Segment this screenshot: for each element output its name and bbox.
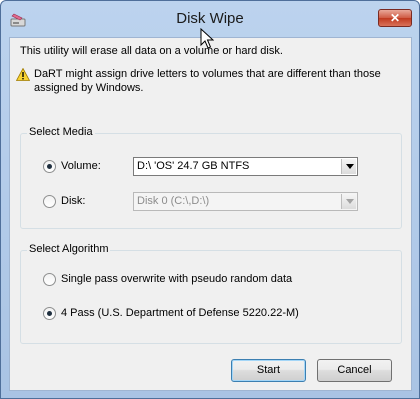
- select-media-group: Select Media Volume: D:\ 'OS' 24.7 GB NT…: [20, 126, 402, 229]
- close-button[interactable]: ✕: [378, 9, 412, 27]
- cancel-button[interactable]: Cancel: [317, 359, 392, 382]
- disk-radio[interactable]: [43, 195, 56, 208]
- window-title: Disk Wipe: [176, 10, 244, 27]
- four-pass-label: 4 Pass (U.S. Department of Defense 5220.…: [61, 307, 299, 319]
- warning-icon: [16, 68, 30, 81]
- disk-label: Disk:: [61, 195, 86, 207]
- single-pass-label: Single pass overwrite with pseudo random…: [61, 273, 293, 285]
- chevron-down-icon[interactable]: [341, 194, 356, 209]
- four-pass-radio[interactable]: [43, 307, 56, 320]
- select-media-title: Select Media: [27, 126, 95, 138]
- disk-wipe-window: Disk Wipe ✕ This utility will erase all …: [0, 0, 420, 399]
- chevron-down-icon[interactable]: [341, 159, 356, 174]
- start-button[interactable]: Start: [231, 359, 306, 382]
- volume-radio[interactable]: [43, 160, 56, 173]
- select-algorithm-title: Select Algorithm: [27, 243, 111, 255]
- volume-dropdown-value: D:\ 'OS' 24.7 GB NTFS: [137, 160, 250, 172]
- mouse-cursor-icon: [200, 28, 214, 49]
- disk-dropdown-value: Disk 0 (C:\,D:\): [137, 195, 210, 207]
- single-pass-radio[interactable]: [43, 273, 56, 286]
- disk-dropdown[interactable]: Disk 0 (C:\,D:\): [133, 192, 358, 211]
- select-algorithm-group: Select Algorithm Single pass overwrite w…: [20, 243, 402, 344]
- dialog-body: This utility will erase all data on a vo…: [9, 37, 412, 391]
- warning-text: DaRT might assign drive letters to volum…: [34, 68, 381, 94]
- info-text: This utility will erase all data on a vo…: [20, 45, 283, 57]
- volume-label: Volume:: [61, 160, 101, 172]
- volume-dropdown[interactable]: D:\ 'OS' 24.7 GB NTFS: [133, 157, 358, 176]
